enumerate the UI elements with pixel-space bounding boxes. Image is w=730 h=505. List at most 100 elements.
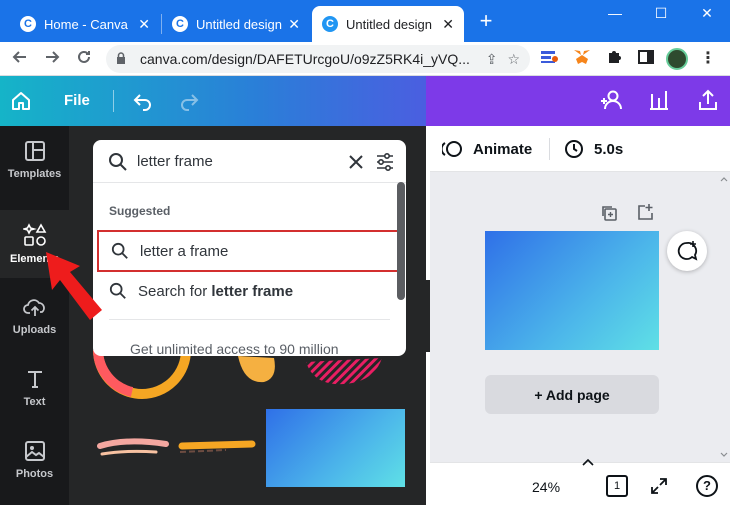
- address-toolbar: canva.com/design/DAFETUrcgoU/o9zZ5RK4i_y…: [0, 42, 730, 76]
- insights-button[interactable]: [648, 88, 670, 117]
- add-page-button[interactable]: + Add page: [485, 375, 659, 414]
- search-for-term: letter frame: [211, 282, 294, 300]
- filter-sliders-icon[interactable]: [375, 152, 395, 172]
- home-button[interactable]: [10, 90, 32, 117]
- forward-arrow-icon: [46, 51, 60, 63]
- home-icon: [12, 92, 30, 110]
- show-pages-chevron-icon[interactable]: [582, 457, 596, 467]
- restore-button[interactable]: ☐: [638, 0, 684, 26]
- tab-title: Untitled design -: [346, 16, 437, 32]
- tab-home-canva[interactable]: C Home - Canva ✕: [10, 6, 160, 42]
- tab-title: Home - Canva: [44, 16, 128, 32]
- suggestion-label: letter a frame: [140, 242, 229, 260]
- undo-icon: [133, 94, 151, 111]
- duplicate-page-icon[interactable]: [600, 204, 618, 226]
- rail-item-text[interactable]: Text: [0, 354, 69, 422]
- tab-close-icon[interactable]: ✕: [442, 16, 454, 33]
- search-input-row[interactable]: letter frame: [93, 140, 406, 183]
- pro-promo-text: Get unlimited access to 90 million: [130, 341, 339, 356]
- header-divider: [113, 90, 114, 112]
- design-page[interactable]: [485, 231, 659, 350]
- fullscreen-button[interactable]: [650, 477, 668, 500]
- tab-untitled-design-active[interactable]: C Untitled design - ✕: [312, 6, 464, 42]
- header-right-zone: [426, 76, 730, 126]
- clock-icon: [565, 140, 583, 158]
- rail-item-templates[interactable]: Templates: [0, 126, 69, 194]
- browser-tab-bar: C Home - Canva ✕ C Untitled design - ✕ C…: [0, 0, 730, 42]
- side-panel-icon[interactable]: [636, 49, 656, 69]
- element-thumbnail-striped-blob[interactable]: [304, 352, 384, 388]
- element-thumbnail-brush-strokes[interactable]: [96, 434, 256, 460]
- search-icon: [111, 242, 128, 259]
- annotation-arrow-icon: [46, 252, 102, 320]
- bar-chart-icon: [650, 91, 668, 110]
- toolbar-divider: [549, 138, 550, 160]
- suggestion-letter-a-frame[interactable]: letter a frame: [97, 230, 399, 272]
- extensions-puzzle-icon[interactable]: [604, 49, 624, 69]
- help-button[interactable]: ?: [696, 475, 718, 497]
- editor-left-gutter: [430, 172, 440, 505]
- reload-button[interactable]: [72, 47, 96, 71]
- minimize-button[interactable]: —: [592, 0, 638, 26]
- photos-icon: [24, 441, 45, 461]
- animate-icon: [442, 141, 462, 157]
- animate-label: Animate: [473, 140, 533, 158]
- profile-avatar[interactable]: [666, 48, 688, 70]
- back-arrow-icon: [12, 51, 26, 63]
- extension-grammar-icon[interactable]: [540, 49, 560, 69]
- redo-button[interactable]: [178, 90, 200, 117]
- rail-item-label: Templates: [7, 168, 62, 180]
- bookmark-star-icon[interactable]: ☆: [507, 51, 520, 68]
- close-window-button[interactable]: ✕: [684, 0, 730, 26]
- search-dropdown: letter frame Suggested letter a frame Se…: [93, 140, 406, 356]
- share-icon[interactable]: ⇪: [486, 51, 498, 68]
- search-input[interactable]: letter frame: [137, 153, 213, 170]
- animate-button[interactable]: Animate: [442, 139, 532, 159]
- tab-close-icon[interactable]: ✕: [138, 16, 150, 33]
- metamask-fox-icon[interactable]: [572, 49, 592, 69]
- url-text: canva.com/design/DAFETUrcgoU/o9zZ5RK4i_y…: [140, 51, 470, 67]
- text-icon: [27, 371, 42, 388]
- editor-toolbar: Animate 5.0s: [430, 126, 730, 172]
- search-icon: [109, 282, 126, 299]
- file-menu-button[interactable]: File: [64, 92, 90, 109]
- download-share-button[interactable]: [697, 88, 719, 117]
- canva-favicon-icon: C: [20, 16, 36, 32]
- canva-favicon-icon: C: [322, 16, 338, 32]
- dropdown-divider: [109, 319, 390, 320]
- back-button[interactable]: [8, 47, 32, 71]
- element-thumbnail-gradient[interactable]: [266, 409, 405, 487]
- undo-button[interactable]: [132, 90, 154, 117]
- templates-icon: [24, 141, 45, 161]
- search-for-option[interactable]: Search for letter frame: [97, 270, 399, 312]
- lock-icon: [116, 51, 132, 67]
- share-people-button[interactable]: [598, 88, 624, 117]
- duration-button[interactable]: 5.0s: [564, 139, 623, 159]
- rail-item-photos[interactable]: Photos: [0, 426, 69, 494]
- people-icon: [601, 90, 622, 110]
- rail-item-label: Text: [23, 396, 46, 408]
- rail-item-label: Photos: [15, 468, 54, 480]
- search-for-prefix: Search for: [138, 282, 212, 300]
- address-bar[interactable]: canva.com/design/DAFETUrcgoU/o9zZ5RK4i_y…: [106, 45, 530, 73]
- comment-plus-icon: [677, 241, 698, 261]
- forward-button[interactable]: [40, 47, 64, 71]
- new-tab-button[interactable]: +: [476, 10, 496, 34]
- duration-label: 5.0s: [594, 140, 624, 158]
- add-page-icon[interactable]: [636, 203, 654, 225]
- clear-search-icon[interactable]: [348, 154, 364, 170]
- reload-icon: [78, 50, 90, 63]
- tab-untitled-design-1[interactable]: C Untitled design - ✕: [162, 6, 310, 42]
- zoom-level[interactable]: 24%: [532, 479, 560, 495]
- canva-header: File: [0, 76, 730, 126]
- panel-scrollbar[interactable]: [397, 182, 405, 300]
- add-comment-button[interactable]: [667, 231, 707, 271]
- page-count-button[interactable]: 1: [606, 475, 628, 497]
- tab-close-icon[interactable]: ✕: [288, 16, 300, 33]
- upload-share-icon: [699, 89, 717, 110]
- expand-icon: [651, 478, 667, 494]
- editor-scrollbar[interactable]: [718, 172, 730, 462]
- browser-menu-icon[interactable]: ⋮: [698, 49, 718, 69]
- search-icon: [109, 153, 127, 171]
- redo-icon: [181, 94, 199, 111]
